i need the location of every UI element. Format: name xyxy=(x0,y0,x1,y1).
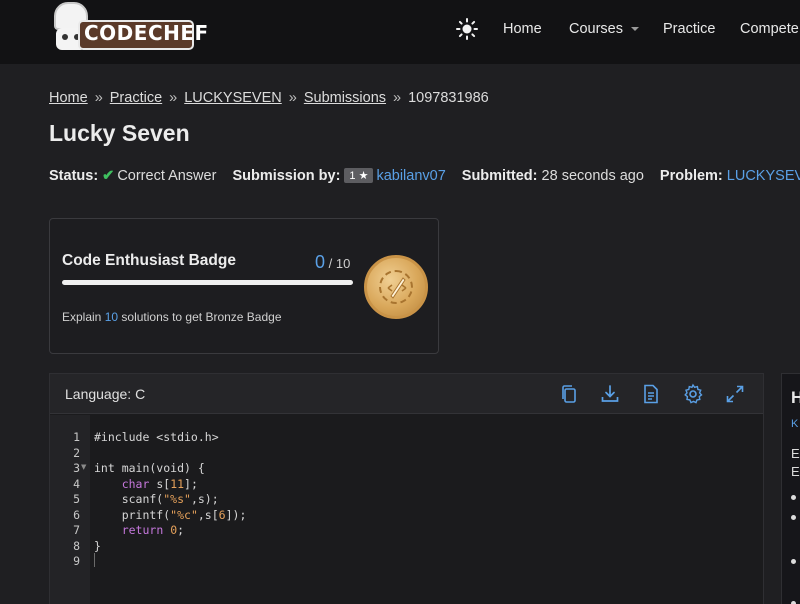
text-cursor xyxy=(94,553,95,567)
side-panel: H K E E xyxy=(781,373,800,604)
top-navbar: CODECHEF Home Courses Practice Compete xyxy=(0,0,800,64)
download-icon[interactable] xyxy=(599,383,621,405)
badge-hint-pre: Explain xyxy=(62,310,105,324)
status-label: Status: xyxy=(49,168,99,184)
copy-icon[interactable] xyxy=(558,383,580,405)
list-bullet xyxy=(791,495,796,500)
code-content[interactable]: #include <stdio.h> int main(void) { char… xyxy=(94,430,246,570)
line-number: 1 xyxy=(73,430,80,444)
quill-icon xyxy=(387,277,407,299)
fold-toggle-icon[interactable]: ▼ xyxy=(81,463,86,471)
badge-progress-count: 0 / 10 xyxy=(315,252,350,273)
status-value: Correct Answer xyxy=(117,168,217,184)
code-line: printf("%c",s[6]); xyxy=(94,507,247,522)
side-panel-text: E xyxy=(791,446,800,461)
badge-hint: Explain 10 solutions to get Bronze Badge xyxy=(62,310,282,324)
page-title: Lucky Seven xyxy=(49,120,190,146)
breadcrumb-separator: » xyxy=(94,90,103,106)
nav-compete[interactable]: Compete xyxy=(740,21,799,37)
list-bullet xyxy=(791,515,796,520)
nav-home[interactable]: Home xyxy=(503,21,542,37)
line-number: 7 xyxy=(73,523,80,537)
problem-label: Problem: xyxy=(659,168,723,184)
line-numbers: 1 2 3 4 5 6 7 8 9 xyxy=(50,430,80,570)
code-line: #include <stdio.h> xyxy=(94,430,219,444)
breadcrumb-practice[interactable]: Practice xyxy=(110,90,162,106)
chevron-down-icon xyxy=(631,27,639,32)
side-panel-text: E xyxy=(791,464,800,479)
breadcrumb-submissions[interactable]: Submissions xyxy=(304,90,386,106)
user-link[interactable]: kabilanv07 xyxy=(376,168,445,184)
language-label: Language: C xyxy=(65,386,146,402)
submitted-value: 28 seconds ago xyxy=(541,168,644,184)
code-line: return 0; xyxy=(121,523,185,537)
code-toolbar: Language: C xyxy=(50,374,763,414)
sun-icon[interactable] xyxy=(456,18,478,40)
code-line: int main(void) { xyxy=(94,461,205,475)
gear-icon[interactable] xyxy=(682,383,704,405)
code-line: char s[11]; xyxy=(121,476,198,491)
badge-hint-num: 10 xyxy=(104,310,119,324)
breadcrumb: Home » Practice » LUCKYSEVEN » Submissions » 109… xyxy=(49,90,489,106)
line-number: 2 xyxy=(73,445,80,460)
line-number: 3 xyxy=(73,461,80,475)
line-number: 9 xyxy=(73,554,80,568)
rating-badge: 1 ★ xyxy=(344,168,374,183)
codechef-logo[interactable]: CODECHEF xyxy=(50,2,208,54)
badge-current: 0 xyxy=(315,252,326,272)
side-panel-link[interactable]: K xyxy=(791,418,798,430)
breadcrumb-home[interactable]: Home xyxy=(49,90,88,106)
breadcrumb-separator: » xyxy=(169,90,178,106)
badge-title: Code Enthusiast Badge xyxy=(62,252,236,269)
badge-progress-bar xyxy=(62,280,353,285)
submission-by-label: Submission by: xyxy=(232,168,341,184)
nav-courses[interactable]: Courses xyxy=(569,21,639,37)
file-text-icon[interactable] xyxy=(640,383,662,405)
expand-icon[interactable] xyxy=(724,383,746,405)
line-number: 6 xyxy=(73,507,80,522)
problem-link[interactable]: LUCKYSEVEN xyxy=(727,168,800,184)
code-line: } xyxy=(94,538,101,553)
nav-courses-label: Courses xyxy=(569,21,623,37)
code-viewer-panel: Language: C 1 2 3 4 5 6 7 8 9 ▼ #include… xyxy=(49,373,764,604)
submitted-label: Submitted: xyxy=(461,168,538,184)
line-number: 5 xyxy=(73,492,80,506)
badge-total: / 10 xyxy=(328,256,351,271)
breadcrumb-separator: » xyxy=(288,90,297,106)
list-bullet xyxy=(791,559,796,564)
submission-status-line: Status: ✔ Correct Answer Submission by: 1 ★ k… xyxy=(49,168,800,184)
badge-hint-post: solutions to get Bronze Badge xyxy=(118,310,282,324)
check-icon: ✔ xyxy=(102,168,115,184)
badge-card: Code Enthusiast Badge 0 / 10 Explain 10 … xyxy=(49,218,439,354)
breadcrumb-problem[interactable]: LUCKYSEVEN xyxy=(184,90,282,106)
nav-practice[interactable]: Practice xyxy=(663,21,715,37)
bronze-medal-icon xyxy=(364,255,428,319)
logo-text: CODECHEF xyxy=(84,21,209,45)
line-number: 8 xyxy=(73,538,80,553)
code-line: scanf("%s",s); xyxy=(94,492,219,506)
line-number: 4 xyxy=(73,476,80,491)
side-panel-heading: H xyxy=(791,388,800,407)
breadcrumb-separator: » xyxy=(393,90,402,106)
breadcrumb-submission-id: 1097831986 xyxy=(408,90,489,106)
